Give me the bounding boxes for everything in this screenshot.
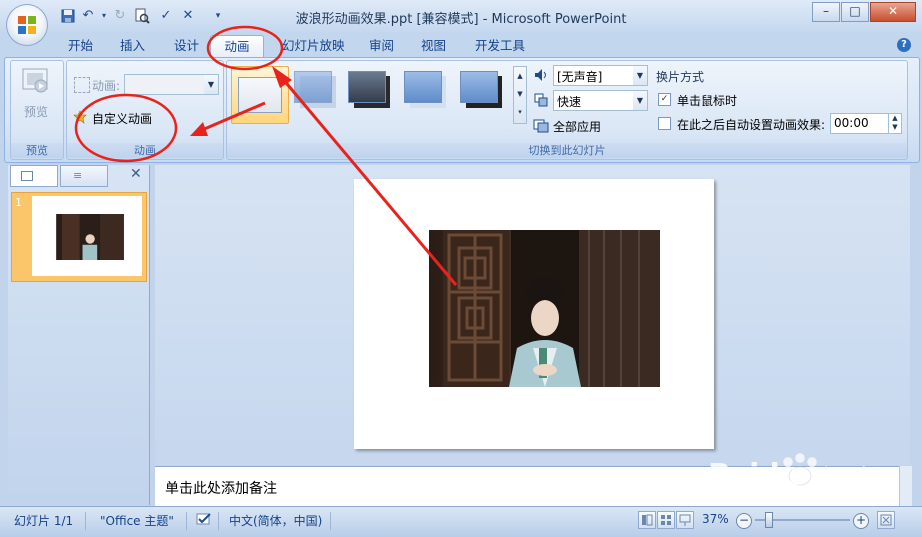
auto-after-checkbox[interactable]: [658, 117, 671, 130]
speed-value: 快速: [557, 95, 582, 109]
save-icon[interactable]: [60, 8, 76, 24]
close-button[interactable]: ✕: [870, 2, 916, 22]
office-button[interactable]: [6, 4, 48, 46]
theme-name: "Office 主题": [100, 514, 174, 528]
gallery-more-icon[interactable]: ▾: [514, 103, 526, 121]
preview-button[interactable]: 预览: [24, 103, 48, 120]
office-logo-icon: [18, 16, 36, 34]
transition-group-label: 切换到此幻灯片: [227, 143, 907, 158]
close-doc-icon[interactable]: ✕: [180, 8, 196, 24]
tab-developer[interactable]: 开发工具: [475, 35, 525, 57]
sound-icon: [533, 67, 549, 83]
zoom-slider-thumb[interactable]: [765, 512, 773, 528]
preview-group-label: 预览: [11, 143, 63, 158]
apply-all-icon: [533, 117, 549, 133]
tab-slides[interactable]: [10, 165, 58, 187]
animate-dropdown[interactable]: ▼: [124, 74, 219, 95]
slide-thumbnail-1[interactable]: 1: [11, 192, 147, 282]
ribbon-tabs: 开始 插入 设计 动画 幻灯片放映 审阅 视图 开发工具 ?: [0, 32, 922, 58]
redo-icon[interactable]: ↻: [112, 8, 128, 24]
baidu-watermark: Baidu 经验 jingyan.baidu.com: [704, 452, 904, 503]
zoom-in-icon[interactable]: +: [853, 513, 869, 529]
animate-icon: [74, 77, 90, 93]
minimize-button[interactable]: –: [812, 2, 840, 22]
watermark-sub: 经验: [820, 466, 873, 496]
normal-view-icon[interactable]: [638, 511, 656, 529]
maximize-button[interactable]: □: [841, 2, 869, 22]
divider: [186, 512, 187, 530]
chevron-down-icon: ▼: [633, 66, 647, 85]
auto-after-label: 在此之后自动设置动画效果:: [677, 118, 826, 132]
tab-animations[interactable]: 动画: [210, 35, 264, 58]
zoom-out-icon[interactable]: −: [736, 513, 752, 529]
watermark-url: jingyan.baidu.com: [704, 488, 824, 503]
auto-after-time-input[interactable]: 00:00 ▲ ▼: [830, 113, 902, 134]
sound-dropdown[interactable]: [无声音] ▼: [553, 65, 648, 86]
slide-sorter-icon[interactable]: [657, 511, 675, 529]
thumbnail-photo: [56, 214, 124, 260]
divider: [218, 512, 219, 530]
title-bar: 波浪形动画效果.ppt [兼容模式] - Microsoft PowerPoin…: [0, 0, 922, 32]
spellcheck-icon[interactable]: ✓: [158, 8, 174, 24]
custom-animation-button[interactable]: 自定义动画: [92, 110, 152, 127]
undo-dropdown-icon[interactable]: ▾: [96, 8, 112, 24]
animations-group: 动画: ▼ 自定义动画 动画: [66, 60, 224, 160]
transition-none-selected[interactable]: [231, 66, 289, 124]
chevron-down-icon: ▼: [633, 91, 647, 110]
tab-slide-show[interactable]: 幻灯片放映: [282, 35, 345, 57]
close-pane-icon[interactable]: ✕: [130, 166, 142, 182]
divider: [85, 512, 86, 530]
spin-icon[interactable]: ▲ ▼: [888, 114, 901, 133]
custom-animation-icon: [73, 110, 87, 124]
tab-outline[interactable]: ≡: [60, 165, 108, 187]
transition-cut-black[interactable]: [458, 68, 506, 116]
slide-info: 幻灯片 1/1: [14, 514, 74, 528]
slide-thumb-icon: [21, 171, 33, 181]
speed-icon: [533, 92, 549, 108]
help-icon[interactable]: ?: [897, 38, 911, 52]
on-click-checkbox[interactable]: ✓: [658, 93, 671, 106]
transition-fade-smooth[interactable]: [292, 68, 340, 116]
slides-pane: ≡ ✕ 1: [8, 165, 150, 505]
animations-group-label: 动画: [67, 143, 223, 158]
transition-none-icon: [238, 77, 282, 113]
sound-value: [无声音]: [557, 70, 603, 84]
fit-to-window-icon[interactable]: [877, 511, 895, 529]
slide-photo[interactable]: [429, 230, 660, 387]
print-preview-icon[interactable]: [134, 8, 150, 24]
transition-cut[interactable]: [402, 68, 450, 116]
preview-icon[interactable]: [21, 67, 51, 95]
on-click-label: 单击鼠标时: [677, 94, 738, 108]
notes-placeholder: 单击此处添加备注: [165, 481, 277, 497]
gallery-scroll[interactable]: ▲ ▼ ▾: [513, 66, 527, 124]
speed-dropdown[interactable]: 快速 ▼: [553, 90, 648, 111]
status-bar: 幻灯片 1/1 "Office 主题" 中文(简体，中国) 37% − +: [0, 506, 922, 537]
tab-home[interactable]: 开始: [68, 35, 93, 57]
undo-icon[interactable]: ↶: [80, 8, 96, 24]
language[interactable]: 中文(简体，中国): [229, 512, 322, 529]
chevron-down-icon: ▼: [204, 75, 218, 94]
outline-icon: ≡: [73, 169, 83, 182]
spellcheck-status-icon[interactable]: [195, 512, 213, 528]
tab-design[interactable]: 设计: [174, 35, 199, 57]
divider: [330, 512, 331, 530]
slide-thumbnail-canvas: [32, 196, 142, 276]
customize-qat-icon[interactable]: ▾: [210, 8, 226, 24]
tab-review[interactable]: 审阅: [369, 35, 394, 57]
slide-number: 1: [15, 196, 22, 209]
tab-insert[interactable]: 插入: [120, 35, 145, 57]
preview-group: 预览 预览: [10, 60, 64, 160]
slideshow-view-icon[interactable]: [676, 511, 694, 529]
tab-view[interactable]: 视图: [421, 35, 446, 57]
scroll-down-icon[interactable]: ▼: [514, 85, 526, 103]
animate-label: 动画:: [92, 79, 121, 93]
transition-fade-black[interactable]: [346, 68, 394, 116]
auto-after-value: 00:00: [834, 116, 869, 130]
zoom-level[interactable]: 37%: [702, 512, 729, 526]
scroll-up-icon[interactable]: ▲: [514, 67, 526, 85]
apply-all-button[interactable]: 全部应用: [553, 118, 601, 135]
advance-slide-title: 换片方式: [656, 70, 705, 84]
